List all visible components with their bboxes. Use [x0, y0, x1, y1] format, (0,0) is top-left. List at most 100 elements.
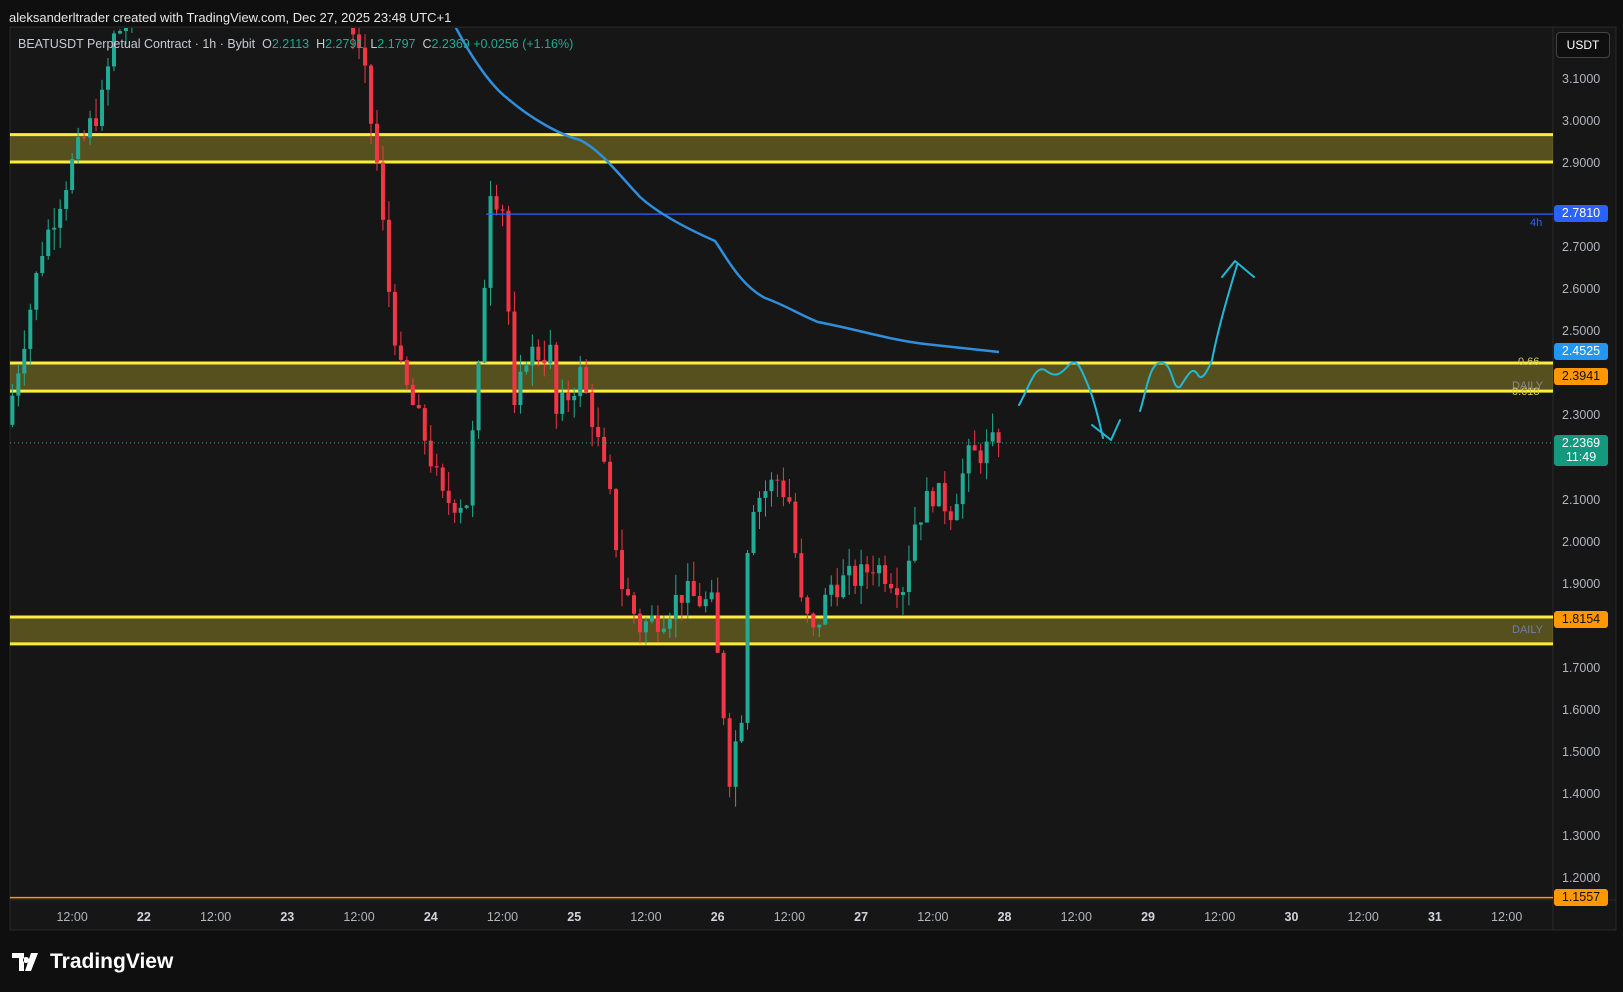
candle-body[interactable]: [470, 430, 475, 506]
candle-body[interactable]: [954, 504, 959, 521]
candle-body[interactable]: [428, 440, 433, 467]
candle-body[interactable]: [853, 565, 858, 586]
candle-body[interactable]: [494, 196, 499, 210]
candle-body[interactable]: [422, 408, 427, 441]
candle-body[interactable]: [380, 162, 385, 220]
candle-body[interactable]: [488, 196, 493, 288]
candle-body[interactable]: [28, 309, 33, 349]
candle-body[interactable]: [661, 628, 666, 632]
candle-body[interactable]: [386, 219, 391, 292]
candle-body[interactable]: [667, 619, 672, 629]
candle-body[interactable]: [984, 441, 989, 464]
candle-body[interactable]: [835, 584, 840, 598]
candle-body[interactable]: [410, 384, 415, 406]
candle-body[interactable]: [64, 190, 69, 209]
candle-body[interactable]: [446, 490, 451, 503]
candle-body[interactable]: [536, 346, 541, 360]
candle-body[interactable]: [996, 432, 1001, 443]
candle-body[interactable]: [745, 553, 750, 723]
candle-body[interactable]: [787, 497, 792, 502]
candle-body[interactable]: [584, 367, 589, 393]
candle-body[interactable]: [727, 718, 732, 787]
candle-body[interactable]: [960, 473, 965, 505]
candle-body[interactable]: [757, 497, 762, 512]
candle-body[interactable]: [524, 365, 529, 372]
candle-body[interactable]: [763, 491, 768, 498]
candle-body[interactable]: [351, 9, 356, 35]
candle-body[interactable]: [452, 502, 457, 513]
candle-body[interactable]: [829, 584, 834, 595]
candle-body[interactable]: [46, 229, 51, 256]
price-chart[interactable]: [0, 0, 1623, 992]
candle-body[interactable]: [673, 594, 678, 620]
candle-body[interactable]: [769, 479, 774, 492]
support-resistance-zone[interactable]: [10, 134, 1553, 162]
candle-body[interactable]: [691, 580, 696, 596]
candle-body[interactable]: [464, 505, 469, 508]
candle-body[interactable]: [542, 359, 547, 364]
candle-body[interactable]: [22, 348, 27, 374]
candle-body[interactable]: [739, 722, 744, 742]
candle-body[interactable]: [709, 592, 714, 600]
candle-body[interactable]: [811, 613, 816, 628]
candle-body[interactable]: [883, 565, 888, 585]
candle-body[interactable]: [751, 511, 756, 554]
candle-body[interactable]: [626, 589, 631, 596]
candle-body[interactable]: [877, 565, 882, 574]
candle-body[interactable]: [590, 392, 595, 427]
candle-body[interactable]: [942, 483, 947, 512]
candle-body[interactable]: [781, 480, 786, 498]
candle-body[interactable]: [506, 210, 511, 312]
candle-body[interactable]: [972, 445, 977, 451]
candle-body[interactable]: [631, 595, 636, 614]
candle-body[interactable]: [859, 564, 864, 586]
tradingview-logo[interactable]: TradingView: [12, 950, 173, 974]
candle-body[interactable]: [733, 741, 738, 787]
candle-body[interactable]: [990, 432, 995, 442]
candle-body[interactable]: [900, 592, 905, 596]
candle-body[interactable]: [404, 359, 409, 385]
candle-body[interactable]: [655, 615, 660, 632]
candle-body[interactable]: [637, 613, 642, 633]
candle-body[interactable]: [82, 137, 87, 139]
candle-body[interactable]: [117, 31, 122, 34]
candle-body[interactable]: [548, 344, 553, 364]
support-resistance-zone[interactable]: [10, 616, 1553, 644]
candle-body[interactable]: [530, 346, 535, 366]
candle-body[interactable]: [643, 621, 648, 633]
candle-body[interactable]: [871, 572, 876, 574]
candle-body[interactable]: [775, 479, 780, 481]
candle-body[interactable]: [130, 0, 134, 24]
candle-body[interactable]: [596, 426, 601, 437]
candle-body[interactable]: [602, 436, 607, 462]
candle-body[interactable]: [817, 624, 822, 628]
candle-body[interactable]: [924, 491, 929, 523]
candle-body[interactable]: [608, 461, 613, 490]
candle-body[interactable]: [16, 373, 21, 396]
candle-body[interactable]: [136, 0, 140, 4]
candle-body[interactable]: [679, 594, 684, 603]
candle-body[interactable]: [76, 137, 81, 160]
candle-body[interactable]: [512, 311, 517, 406]
candle-body[interactable]: [703, 599, 708, 607]
candle-body[interactable]: [106, 66, 111, 90]
candle-body[interactable]: [793, 501, 798, 554]
candle-body[interactable]: [554, 344, 559, 414]
candle-body[interactable]: [721, 652, 726, 719]
symbol-title[interactable]: BEATUSDT Perpetual Contract · 1h · Bybit: [18, 37, 255, 51]
candle-body[interactable]: [476, 362, 481, 431]
candle-body[interactable]: [440, 467, 445, 491]
candle-body[interactable]: [10, 395, 15, 425]
currency-button[interactable]: USDT: [1556, 32, 1610, 58]
candle-body[interactable]: [34, 273, 39, 310]
candle-body[interactable]: [936, 483, 941, 507]
candle-body[interactable]: [482, 287, 487, 363]
candle-body[interactable]: [458, 507, 463, 513]
candle-body[interactable]: [715, 592, 720, 653]
candle-body[interactable]: [912, 524, 917, 561]
candle-body[interactable]: [578, 367, 583, 396]
candle-body[interactable]: [918, 522, 923, 525]
candle-body[interactable]: [70, 159, 75, 191]
candle-body[interactable]: [566, 392, 571, 401]
candle-body[interactable]: [966, 445, 971, 474]
